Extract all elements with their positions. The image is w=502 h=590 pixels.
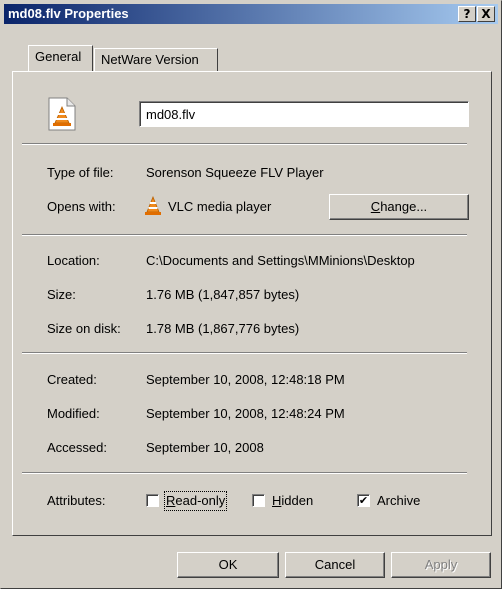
separator-3	[22, 352, 467, 354]
modified-label: Modified:	[47, 406, 100, 421]
change-button[interactable]: Change...	[329, 194, 469, 220]
hidden-accel: H	[272, 493, 282, 508]
vlc-file-icon	[47, 97, 77, 134]
size-value: 1.76 MB (1,847,857 bytes)	[146, 287, 300, 302]
modified-value: September 10, 2008, 12:48:24 PM	[146, 406, 345, 421]
location-value: C:\Documents and Settings\MMinions\Deskt…	[146, 253, 415, 268]
read-only-checkbox[interactable]	[146, 494, 159, 507]
checkmark-icon: ✔	[358, 494, 369, 507]
vlc-cone-icon	[144, 195, 162, 219]
accessed-label: Accessed:	[47, 440, 107, 455]
read-only-accel: R	[166, 493, 176, 508]
change-button-accel: C	[370, 199, 381, 214]
opens-with-label: Opens with:	[47, 199, 116, 214]
opens-with-value: VLC media player	[168, 199, 272, 214]
location-label: Location:	[47, 253, 100, 268]
hidden-label[interactable]: Hidden	[272, 493, 313, 509]
size-on-disk-value: 1.78 MB (1,867,776 bytes)	[146, 321, 300, 336]
attributes-label: Attributes:	[47, 493, 106, 508]
read-only-label[interactable]: Read-only	[163, 491, 228, 511]
created-value: September 10, 2008, 12:48:18 PM	[146, 372, 345, 387]
separator-1	[22, 143, 467, 145]
properties-dialog: md08.flv Properties ? X General NetWare …	[0, 0, 502, 589]
type-of-file-label: Type of file:	[47, 165, 114, 180]
archive-checkbox[interactable]: ✔	[357, 494, 370, 507]
panel-content: Type of file: Sorenson Squeeze FLV Playe…	[1, 1, 502, 590]
change-button-label-post: hange...	[380, 199, 428, 214]
archive-label[interactable]: Archive	[377, 493, 420, 509]
separator-2	[22, 234, 467, 236]
read-only-rest: ead-only	[175, 493, 226, 508]
size-label: Size:	[47, 287, 76, 302]
separator-4	[22, 472, 467, 474]
hidden-checkbox[interactable]	[252, 494, 265, 507]
file-name-input[interactable]	[139, 101, 469, 127]
created-label: Created:	[47, 372, 97, 387]
type-of-file-value: Sorenson Squeeze FLV Player	[146, 165, 324, 180]
accessed-value: September 10, 2008	[146, 440, 264, 455]
size-on-disk-label: Size on disk:	[47, 321, 121, 336]
hidden-rest: idden	[281, 493, 314, 508]
